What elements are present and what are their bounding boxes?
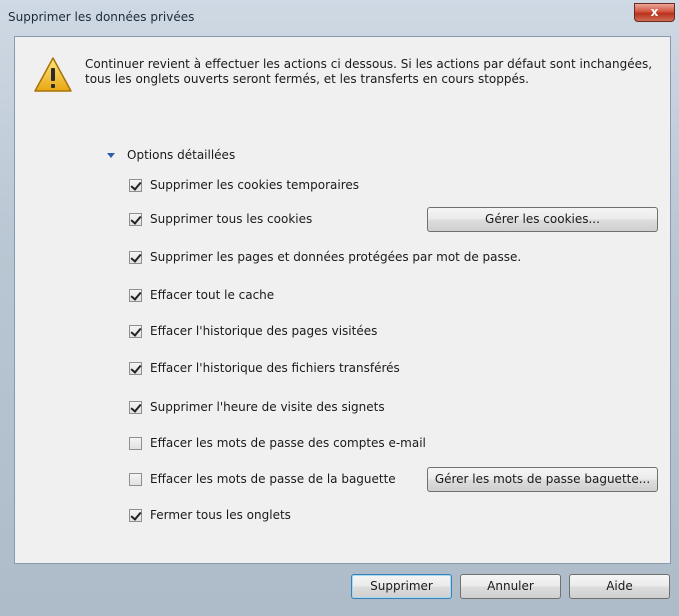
option-label: Supprimer l'heure de visite des signets <box>150 400 385 414</box>
close-icon: x <box>650 5 659 19</box>
option-row[interactable]: Supprimer tous les cookies <box>129 211 312 227</box>
option-label: Fermer tous les onglets <box>150 508 291 522</box>
option-label: Supprimer tous les cookies <box>150 212 313 226</box>
dialog-body: Continuer revient à effectuer les action… <box>14 36 671 564</box>
option-checkbox[interactable] <box>129 324 142 338</box>
option-label: Supprimer les cookies temporaires <box>150 178 360 192</box>
option-label: Effacer l'historique des fichiers transf… <box>150 361 400 375</box>
help-button[interactable]: Aide <box>569 574 670 599</box>
option-row[interactable]: Effacer les mots de passe de la baguette <box>129 471 396 487</box>
option-row[interactable]: Effacer l'historique des fichiers transf… <box>129 360 400 376</box>
option-checkbox[interactable] <box>129 361 142 375</box>
manage-cookies-button[interactable]: Gérer les cookies... <box>427 207 658 232</box>
option-row[interactable]: Effacer tout le cache <box>129 287 274 303</box>
option-label: Effacer tout le cache <box>150 288 275 302</box>
option-row[interactable]: Fermer tous les onglets <box>129 507 291 523</box>
warning-icon <box>34 57 72 92</box>
option-row[interactable]: Supprimer les cookies temporaires <box>129 177 359 193</box>
delete-button[interactable]: Supprimer <box>351 574 452 599</box>
window-title: Supprimer les données privées <box>8 10 195 24</box>
intro-text: Continuer revient à effectuer les action… <box>85 57 653 86</box>
option-checkbox[interactable] <box>129 250 142 264</box>
close-button[interactable]: x <box>634 3 675 22</box>
title-bar[interactable]: Supprimer les données privées x <box>0 0 679 34</box>
cancel-button[interactable]: Annuler <box>460 574 561 599</box>
option-checkbox[interactable] <box>129 178 142 192</box>
option-label: Supprimer les pages et données protégées… <box>150 250 522 264</box>
option-checkbox[interactable] <box>129 400 142 414</box>
option-checkbox[interactable] <box>129 436 142 450</box>
option-row[interactable]: Supprimer les pages et données protégées… <box>129 249 521 265</box>
options-header[interactable]: Options détaillées <box>107 147 235 163</box>
option-checkbox[interactable] <box>129 472 142 486</box>
option-label: Effacer l'historique des pages visitées <box>150 324 378 338</box>
option-label: Effacer les mots de passe de la baguette <box>150 472 396 486</box>
options-header-label: Options détaillées <box>127 148 236 162</box>
option-row[interactable]: Effacer les mots de passe des comptes e-… <box>129 435 426 451</box>
option-checkbox[interactable] <box>129 212 142 226</box>
option-row[interactable]: Effacer l'historique des pages visitées <box>129 323 377 339</box>
option-label: Effacer les mots de passe des comptes e-… <box>150 436 426 450</box>
option-checkbox[interactable] <box>129 288 142 302</box>
triangle-down-icon[interactable] <box>107 152 115 158</box>
manage-wand-passwords-button[interactable]: Gérer les mots de passe baguette... <box>427 467 658 492</box>
option-checkbox[interactable] <box>129 508 142 522</box>
dialog-window: Supprimer les données privées x Continue… <box>0 0 679 616</box>
option-row[interactable]: Supprimer l'heure de visite des signets <box>129 399 385 415</box>
